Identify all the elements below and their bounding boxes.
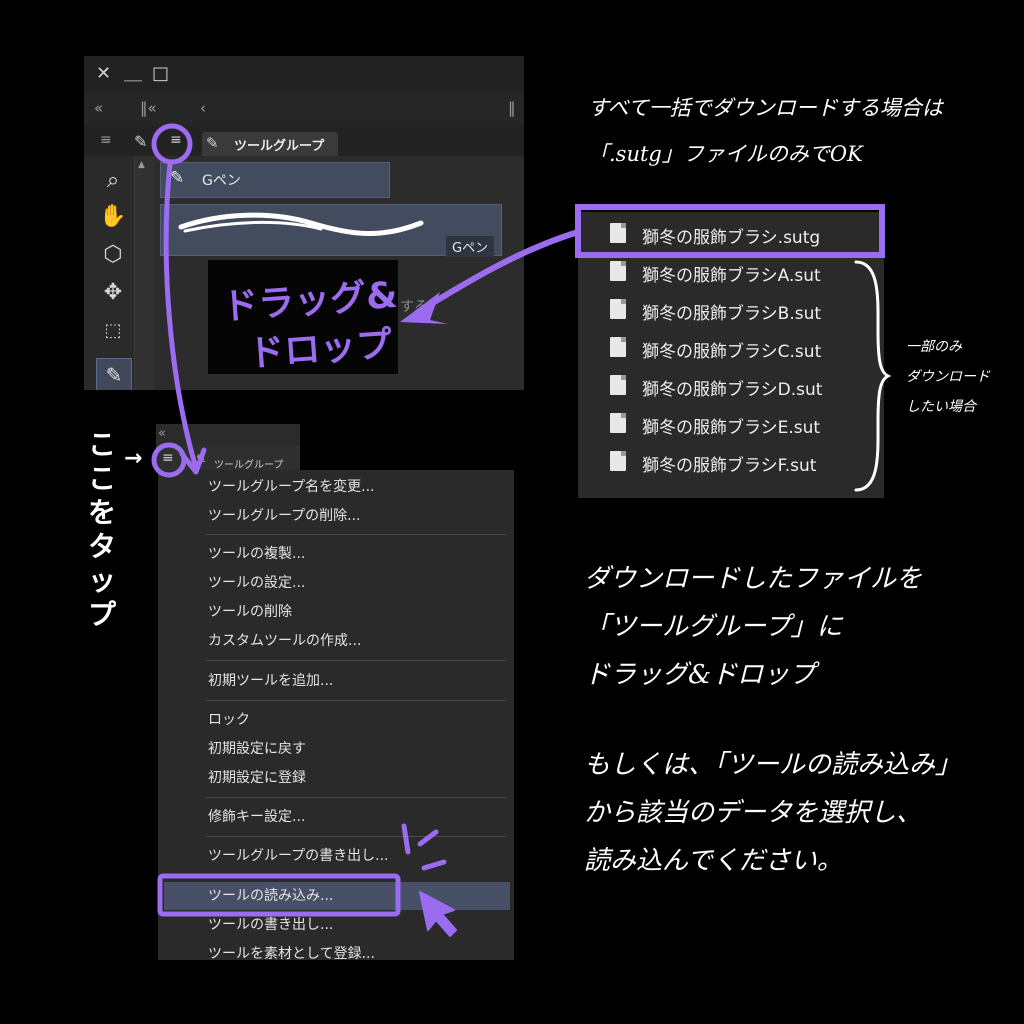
tap-text-char: プ (87, 598, 116, 631)
tap-text-char: こ (87, 428, 116, 461)
tap-text-char: を (87, 496, 116, 529)
drag-arrow (415, 229, 581, 315)
note-side-line3: したい場合 (906, 399, 976, 415)
tap-text-char: タ (87, 530, 116, 563)
note-top-line2: 「.sutg」ファイルのみでOK (588, 142, 863, 166)
highlight-box-sutg (575, 204, 885, 258)
note-main-line5: から該当のデータを選択し、 (584, 798, 923, 828)
cursor-icon (419, 891, 457, 937)
sparkle-line (401, 823, 411, 855)
note-top-line1: すべて一括でダウンロードする場合は (588, 96, 943, 120)
note-main-line3: ドラッグ&ドロップ (584, 660, 816, 690)
highlight-circle-bottom (151, 442, 187, 478)
annotation-overlay (151, 123, 892, 937)
note-main-line1: ダウンロードしたファイルを (584, 564, 923, 594)
note-main-line6: 読み込んでください。 (584, 846, 843, 876)
tap-arrow: → (124, 446, 143, 471)
highlight-box-import (157, 873, 401, 917)
note-side-line1: 一部のみ (906, 339, 962, 355)
note-main-line4: もしくは、「ツールの読み込み」 (584, 750, 962, 780)
note-main-line2: 「ツールグループ」に (584, 612, 843, 642)
sparkle-line (417, 829, 439, 847)
note-side-line2: ダウンロード (906, 369, 990, 385)
highlight-circle-top (151, 123, 193, 165)
curly-brace (854, 260, 892, 492)
connector-arrow (163, 161, 199, 471)
tap-text-char: ッ (87, 564, 116, 597)
tap-text-char: こ (87, 462, 116, 495)
sparkle-line (421, 859, 447, 871)
